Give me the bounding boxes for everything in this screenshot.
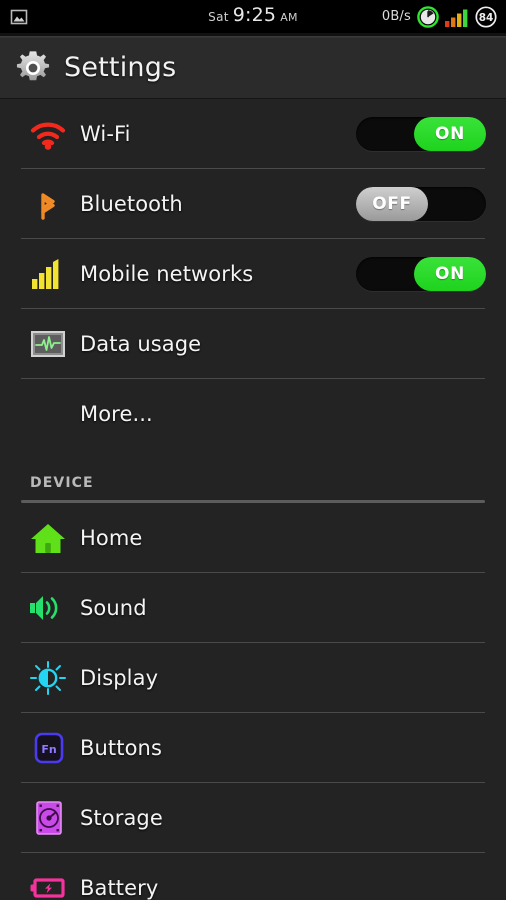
settings-row-bluetooth[interactable]: Bluetooth OFF bbox=[0, 169, 506, 238]
status-bar-left bbox=[9, 7, 29, 27]
battery-icon bbox=[28, 875, 74, 900]
settings-row-label: Display bbox=[80, 665, 159, 690]
bluetooth-toggle-knob[interactable]: OFF bbox=[356, 186, 428, 221]
data-sync-circle-icon bbox=[416, 5, 440, 29]
section-title: DEVICE bbox=[30, 475, 94, 491]
wifi-toggle-knob[interactable]: ON bbox=[414, 116, 486, 151]
mobile-networks-toggle[interactable]: ON bbox=[356, 256, 486, 291]
status-bar-right: 0B/s 84 bbox=[382, 5, 498, 29]
settings-row-buttons[interactable]: Fn Buttons bbox=[0, 713, 506, 782]
settings-row-more[interactable]: More... bbox=[0, 379, 506, 448]
settings-row-home[interactable]: Home bbox=[0, 503, 506, 572]
clock-day-of-week: Sat bbox=[208, 10, 229, 24]
clock-time: 9:25 bbox=[232, 4, 277, 26]
fn-key-icon: Fn bbox=[28, 730, 74, 766]
settings-row-storage[interactable]: Storage bbox=[0, 783, 506, 852]
settings-row-label: Mobile networks bbox=[80, 261, 254, 286]
settings-row-label: Battery bbox=[80, 875, 159, 900]
status-bar[interactable]: Sat 9:25 AM 0B/s 84 bbox=[0, 0, 506, 33]
clock-meridiem: AM bbox=[280, 11, 298, 24]
settings-row-wifi[interactable]: Wi-Fi ON bbox=[0, 99, 506, 168]
app-header: Settings bbox=[0, 37, 506, 99]
settings-row-label: Home bbox=[80, 525, 143, 550]
settings-row-label: Wi-Fi bbox=[80, 121, 131, 146]
settings-screen: Sat 9:25 AM 0B/s 84 Settings Wi-Fi ON Bl… bbox=[0, 0, 506, 900]
page-title: Settings bbox=[64, 52, 177, 83]
brightness-icon bbox=[28, 660, 74, 696]
settings-row-label: Data usage bbox=[80, 331, 202, 356]
speaker-icon bbox=[28, 592, 74, 624]
network-speed-label: 0B/s bbox=[381, 9, 411, 24]
fn-key-glyph: Fn bbox=[41, 743, 56, 756]
settings-row-battery[interactable]: Battery bbox=[0, 853, 506, 900]
gear-icon bbox=[14, 49, 52, 87]
mobile-networks-toggle-knob[interactable]: ON bbox=[414, 256, 486, 291]
battery-status-icon: 84 bbox=[474, 5, 498, 29]
settings-row-mobile-networks[interactable]: Mobile networks ON bbox=[0, 239, 506, 308]
wifi-toggle[interactable]: ON bbox=[356, 116, 486, 151]
settings-row-sound[interactable]: Sound bbox=[0, 573, 506, 642]
device-settings-list: Home Sound Display Fn Buttons Storage Ba… bbox=[0, 503, 506, 900]
settings-row-label: Storage bbox=[80, 805, 163, 830]
signal-bars-icon bbox=[28, 257, 74, 291]
data-usage-icon bbox=[28, 328, 74, 360]
bluetooth-icon bbox=[28, 186, 74, 222]
settings-row-display[interactable]: Display bbox=[0, 643, 506, 712]
bluetooth-toggle[interactable]: OFF bbox=[356, 186, 486, 221]
settings-row-label: Bluetooth bbox=[80, 191, 183, 216]
wireless-settings-list: Wi-Fi ON Bluetooth OFF Mobile networks O… bbox=[0, 99, 506, 448]
signal-bars-icon bbox=[444, 6, 470, 28]
wifi-icon bbox=[28, 117, 74, 151]
harddisk-icon bbox=[28, 799, 74, 837]
settings-row-label: More... bbox=[80, 401, 153, 426]
screenshot-image-icon bbox=[9, 7, 29, 27]
battery-percent-text: 84 bbox=[479, 12, 494, 24]
settings-row-label: Buttons bbox=[80, 735, 162, 760]
settings-row-label: Sound bbox=[80, 595, 147, 620]
home-icon bbox=[28, 521, 74, 555]
section-header-device: DEVICE bbox=[0, 448, 506, 500]
settings-row-data-usage[interactable]: Data usage bbox=[0, 309, 506, 378]
